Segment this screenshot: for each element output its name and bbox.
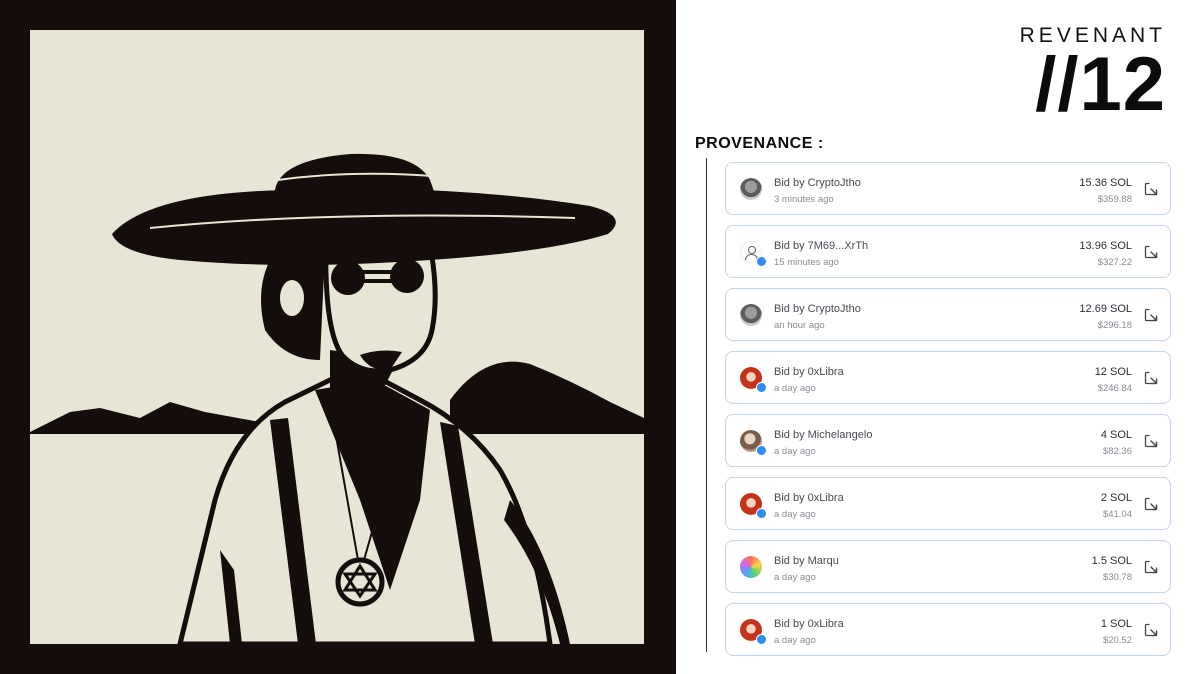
external-link-icon[interactable] [1144,497,1158,511]
bid-time: 3 minutes ago [774,194,834,205]
bid-row[interactable]: Bid by 0xLibra a day ago 1 SOL $20.52 [725,603,1171,656]
artwork-image [30,30,644,644]
bid-time: a day ago [774,572,816,583]
external-link-icon[interactable] [1144,434,1158,448]
bid-row[interactable]: Bid by Marqu a day ago 1.5 SOL $30.78 [725,540,1171,593]
bid-row[interactable]: Bid by CryptoJtho an hour ago 12.69 SOL … [725,288,1171,341]
bid-amount: 2 SOL [1100,492,1132,504]
bid-usd-value: $30.78 [1102,572,1132,583]
bid-row[interactable]: Bid by Michelangelo a day ago 4 SOL $82.… [725,414,1171,467]
bid-amount: 15.36 SOL [1079,177,1132,189]
bid-row[interactable]: Bid by 0xLibra a day ago 2 SOL $41.04 [725,477,1171,530]
external-link-icon[interactable] [1144,182,1158,196]
bid-time: a day ago [774,446,816,457]
bid-time: 15 minutes ago [774,257,839,268]
bid-amount: 12 SOL [1094,366,1132,378]
bid-usd-value: $20.52 [1102,635,1132,646]
bidder-avatar [740,304,762,326]
bidder-name[interactable]: Bid by CryptoJtho [774,177,861,189]
edition-number: //12 [1035,42,1166,127]
bid-usd-value: $359.88 [1097,194,1132,205]
bid-row[interactable]: Bid by CryptoJtho 3 minutes ago 15.36 SO… [725,162,1171,215]
bidder-name[interactable]: Bid by Marqu [774,555,839,567]
provenance-heading: PROVENANCE : [695,135,824,152]
external-link-icon[interactable] [1144,623,1158,637]
bid-amount: 1.5 SOL [1091,555,1132,567]
bid-usd-value: $41.04 [1102,509,1132,520]
bid-row[interactable]: Bid by 0xLibra a day ago 12 SOL $246.84 [725,351,1171,404]
title-block: REVENANT //12 [1020,24,1166,127]
verified-badge-icon [756,382,767,393]
bidder-name[interactable]: Bid by 0xLibra [774,492,844,504]
bid-amount: 4 SOL [1100,429,1132,441]
bidder-name[interactable]: Bid by 7M69...XrTh [774,240,868,252]
bid-usd-value: $296.18 [1097,320,1132,331]
verified-badge-icon [756,445,767,456]
bid-usd-value: $246.84 [1097,383,1132,394]
external-link-icon[interactable] [1144,245,1158,259]
bid-time: a day ago [774,509,816,520]
verified-badge-icon [756,256,767,267]
artwork-illustration [30,153,644,644]
bid-time: a day ago [774,383,816,394]
bidder-avatar [740,556,762,578]
bid-usd-value: $327.22 [1097,257,1132,268]
bidder-avatar [740,178,762,200]
external-link-icon[interactable] [1144,371,1158,385]
bid-time: a day ago [774,635,816,646]
bidder-name[interactable]: Bid by 0xLibra [774,366,844,378]
artwork-frame [0,0,676,674]
bid-row[interactable]: Bid by 7M69...XrTh 15 minutes ago 13.96 … [725,225,1171,278]
verified-badge-icon [756,634,767,645]
bidder-name[interactable]: Bid by CryptoJtho [774,303,861,315]
bid-time: an hour ago [774,320,825,331]
bid-list: Bid by CryptoJtho 3 minutes ago 15.36 SO… [725,162,1171,666]
bidder-name[interactable]: Bid by Michelangelo [774,429,872,441]
external-link-icon[interactable] [1144,308,1158,322]
bid-amount: 13.96 SOL [1079,240,1132,252]
bid-amount: 12.69 SOL [1079,303,1132,315]
external-link-icon[interactable] [1144,560,1158,574]
timeline-line [706,158,707,652]
bid-usd-value: $82.36 [1102,446,1132,457]
verified-badge-icon [756,508,767,519]
bid-amount: 1 SOL [1100,618,1132,630]
bidder-name[interactable]: Bid by 0xLibra [774,618,844,630]
